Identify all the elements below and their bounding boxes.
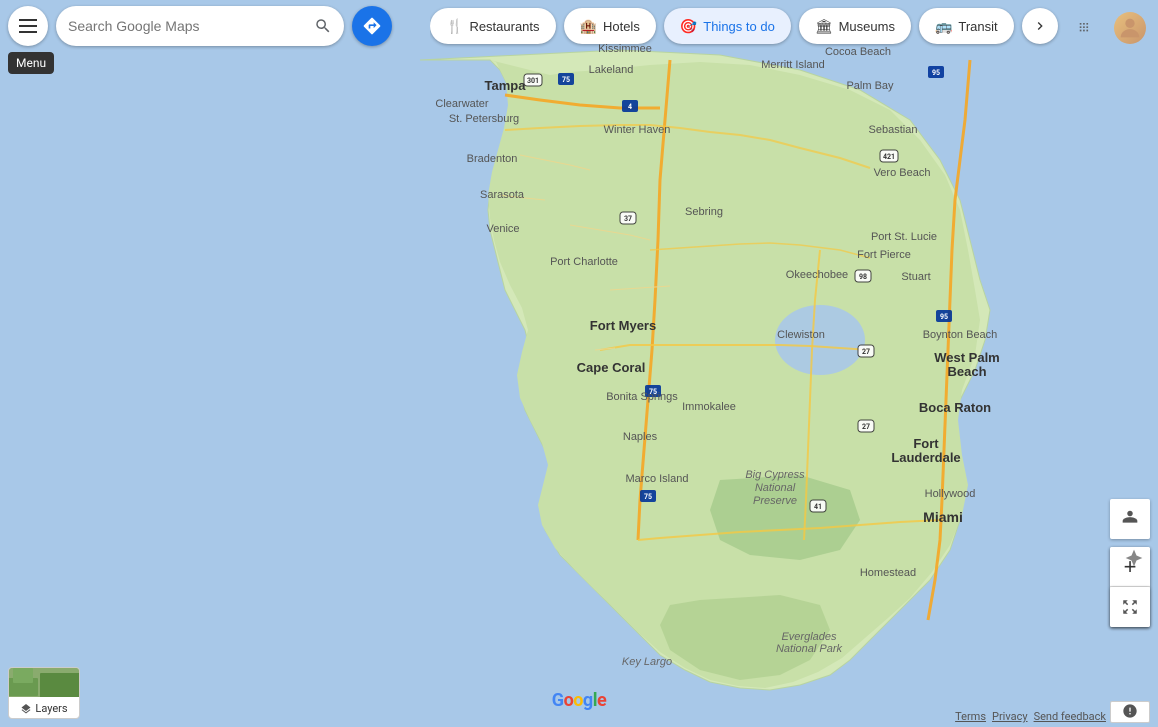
chip-transit[interactable]: 🚌 Transit bbox=[919, 8, 1014, 44]
chip-transit-label: Transit bbox=[958, 19, 997, 34]
fork-knife-icon: 🍴 bbox=[446, 18, 463, 35]
chip-hotels-label: Hotels bbox=[603, 19, 640, 34]
street-view-button[interactable] bbox=[1110, 499, 1150, 539]
museum-icon: 🏛 bbox=[815, 18, 833, 35]
chip-things-to-do[interactable]: 🎯 Things to do bbox=[664, 8, 791, 44]
svg-text:Palm Bay: Palm Bay bbox=[846, 80, 894, 92]
send-feedback-link[interactable]: Send feedback bbox=[1034, 710, 1106, 723]
svg-text:41: 41 bbox=[814, 503, 822, 511]
svg-text:4: 4 bbox=[628, 103, 632, 111]
svg-text:Tampa: Tampa bbox=[485, 78, 527, 93]
svg-text:75: 75 bbox=[562, 76, 570, 84]
header bbox=[0, 0, 400, 52]
svg-text:Immokalee: Immokalee bbox=[682, 401, 736, 413]
svg-text:Hollywood: Hollywood bbox=[925, 488, 976, 500]
svg-text:Merritt Island: Merritt Island bbox=[761, 59, 825, 71]
chip-things-to-do-label: Things to do bbox=[703, 19, 775, 34]
expand-button[interactable] bbox=[1110, 587, 1150, 627]
svg-text:421: 421 bbox=[883, 153, 895, 161]
chip-museums[interactable]: 🏛 Museums bbox=[799, 8, 911, 44]
svg-text:Fort: Fort bbox=[913, 436, 939, 451]
layers-label: Layers bbox=[16, 699, 71, 718]
svg-text:Fort Pierce: Fort Pierce bbox=[857, 249, 911, 261]
svg-text:Sarasota: Sarasota bbox=[480, 189, 525, 201]
svg-text:West Palm: West Palm bbox=[934, 350, 1000, 365]
svg-text:St. Petersburg: St. Petersburg bbox=[449, 113, 519, 125]
svg-text:Port Charlotte: Port Charlotte bbox=[550, 256, 618, 268]
svg-text:Fort Myers: Fort Myers bbox=[590, 318, 656, 333]
svg-text:98: 98 bbox=[859, 273, 867, 281]
avatar-circle bbox=[1114, 12, 1146, 44]
svg-text:Naples: Naples bbox=[623, 431, 658, 443]
hotel-icon: 🏨 bbox=[580, 18, 597, 35]
layers-thumbnail bbox=[8, 668, 80, 697]
terms-link[interactable]: Terms bbox=[955, 710, 986, 723]
user-avatar-button[interactable] bbox=[1110, 8, 1150, 48]
search-input[interactable] bbox=[68, 18, 306, 34]
map-terms: Terms Privacy Send feedback bbox=[955, 710, 1106, 723]
svg-text:Winter Haven: Winter Haven bbox=[604, 124, 671, 136]
svg-text:Clewiston: Clewiston bbox=[777, 329, 825, 341]
svg-text:Boca Raton: Boca Raton bbox=[919, 400, 991, 415]
svg-text:National: National bbox=[755, 482, 796, 494]
svg-text:Everglades: Everglades bbox=[781, 631, 837, 643]
svg-text:Clearwater: Clearwater bbox=[435, 98, 489, 110]
directions-button[interactable] bbox=[352, 6, 392, 46]
svg-text:Stuart: Stuart bbox=[901, 271, 930, 283]
chips-bar: 🍴 Restaurants 🏨 Hotels 🎯 Things to do 🏛 … bbox=[430, 0, 1158, 52]
svg-text:Bradenton: Bradenton bbox=[467, 153, 518, 165]
compass-area bbox=[1124, 548, 1144, 572]
transit-icon: 🚌 bbox=[935, 18, 952, 35]
svg-text:75: 75 bbox=[644, 493, 652, 501]
svg-text:27: 27 bbox=[862, 423, 870, 431]
svg-text:Venice: Venice bbox=[486, 223, 519, 235]
top-right-controls bbox=[1066, 8, 1150, 48]
svg-text:Vero Beach: Vero Beach bbox=[874, 167, 931, 179]
svg-text:Bonita Springs: Bonita Springs bbox=[606, 391, 678, 403]
layers-button[interactable]: Layers bbox=[8, 667, 80, 719]
svg-text:National Park: National Park bbox=[776, 643, 843, 655]
svg-text:Lauderdale: Lauderdale bbox=[891, 450, 960, 465]
chip-restaurants[interactable]: 🍴 Restaurants bbox=[430, 8, 556, 44]
svg-text:95: 95 bbox=[940, 313, 948, 321]
layers-text: Layers bbox=[35, 702, 67, 715]
chip-hotels[interactable]: 🏨 Hotels bbox=[564, 8, 656, 44]
svg-text:Marco Island: Marco Island bbox=[626, 473, 689, 485]
svg-text:Okeechobee: Okeechobee bbox=[786, 269, 848, 281]
privacy-link[interactable]: Privacy bbox=[992, 710, 1028, 723]
svg-text:Sebring: Sebring bbox=[685, 206, 723, 218]
more-chips-button[interactable] bbox=[1022, 8, 1058, 44]
menu-button[interactable] bbox=[8, 6, 48, 46]
svg-text:Sebastian: Sebastian bbox=[869, 124, 918, 136]
svg-text:Port St. Lucie: Port St. Lucie bbox=[871, 231, 937, 243]
svg-text:95: 95 bbox=[932, 69, 940, 77]
svg-text:Homestead: Homestead bbox=[860, 567, 916, 579]
svg-text:Miami: Miami bbox=[923, 509, 963, 525]
map[interactable]: 75 75 95 27 27 98 41 4 301 75 95 421 bbox=[0, 0, 1158, 727]
svg-text:301: 301 bbox=[527, 77, 539, 85]
svg-text:Beach: Beach bbox=[947, 364, 986, 379]
svg-text:Preserve: Preserve bbox=[753, 495, 797, 507]
svg-text:Lakeland: Lakeland bbox=[589, 64, 634, 76]
google-logo: Google bbox=[552, 690, 606, 711]
svg-text:27: 27 bbox=[862, 348, 870, 356]
svg-text:Boynton Beach: Boynton Beach bbox=[923, 329, 998, 341]
svg-text:Key Largo: Key Largo bbox=[622, 656, 672, 668]
report-error-button[interactable] bbox=[1110, 701, 1150, 723]
svg-text:37: 37 bbox=[624, 215, 632, 223]
svg-text:Big Cypress: Big Cypress bbox=[745, 469, 805, 481]
menu-tooltip: Menu bbox=[8, 52, 54, 74]
chip-restaurants-label: Restaurants bbox=[469, 19, 539, 34]
chip-museums-label: Museums bbox=[839, 19, 895, 34]
search-button[interactable] bbox=[314, 17, 332, 35]
google-apps-button[interactable] bbox=[1066, 8, 1106, 48]
svg-text:Cape Coral: Cape Coral bbox=[577, 360, 646, 375]
things-to-do-icon: 🎯 bbox=[680, 18, 697, 35]
search-container bbox=[56, 6, 344, 46]
